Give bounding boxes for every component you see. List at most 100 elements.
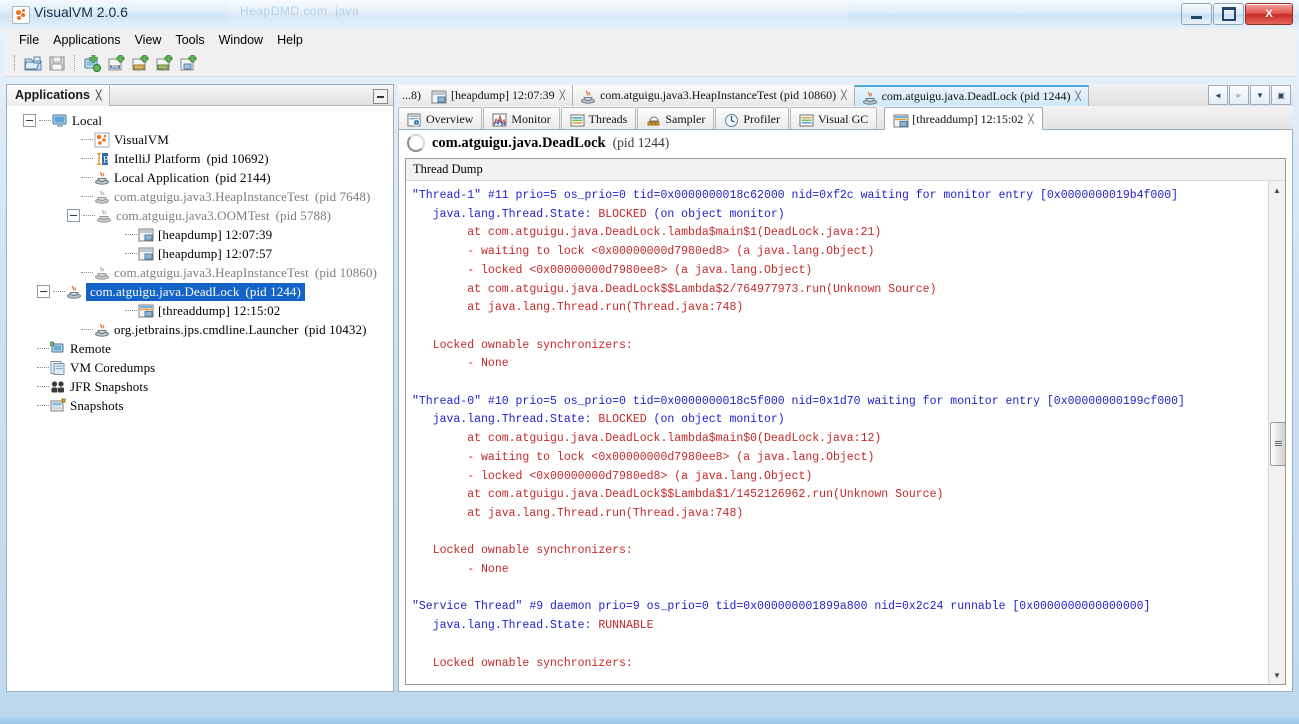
document-tab[interactable]: ...8) xyxy=(398,85,424,106)
add-host-icon[interactable] xyxy=(82,52,104,74)
tree-node[interactable]: JFR Snapshots xyxy=(7,377,393,396)
vertical-scrollbar[interactable]: ▲ ▼ xyxy=(1268,181,1285,684)
document-tab[interactable]: com.atguigu.java3.HeapInstanceTest (pid … xyxy=(573,85,855,106)
scroll-up-icon[interactable]: ▲ xyxy=(1269,182,1285,198)
maximize-button[interactable] xyxy=(1213,3,1244,25)
scroll-down-icon[interactable]: ▼ xyxy=(1269,667,1285,683)
content-title-row: com.atguigu.java.DeadLock (pid 1244) xyxy=(399,130,1292,156)
thread-dump-line: at com.atguigu.java.DeadLock.lambda$main… xyxy=(412,432,882,446)
document-tab-label: ...8) xyxy=(402,88,421,102)
tree-node-label: com.atguigu.java.DeadLock xyxy=(90,283,240,299)
menu-file[interactable]: File xyxy=(12,31,46,49)
view-tab[interactable]: Profiler xyxy=(715,107,789,130)
thread-state-line: java.lang.Thread.State: BLOCKED (on obje… xyxy=(412,411,1268,430)
view-tab-bar[interactable]: i Overview Monitor Threads Sampler Profiler Vi… xyxy=(398,106,1293,130)
thread-dump-text[interactable]: "Thread-1" #11 prio=5 os_prio=0 tid=0x00… xyxy=(406,181,1268,684)
visualgc-icon xyxy=(799,113,814,126)
view-tab[interactable]: Monitor xyxy=(483,107,560,130)
thread-dump-line: at java.lang.Thread.run(Thread.java:748) xyxy=(412,301,744,315)
menu-help[interactable]: Help xyxy=(270,31,310,49)
tree-node[interactable]: Local xyxy=(7,111,393,130)
window-title: VisualVM 2.0.6 xyxy=(34,4,128,20)
menu-applications[interactable]: Applications xyxy=(46,31,127,49)
minimize-panel-button[interactable] xyxy=(373,89,388,104)
view-tab-label: Profiler xyxy=(743,111,780,126)
close-button[interactable]: X xyxy=(1245,3,1293,25)
scrollbar-thumb[interactable] xyxy=(1270,422,1285,466)
tree-node[interactable]: Local Application (pid 2144) xyxy=(7,168,393,187)
close-icon[interactable]: ╳ xyxy=(1076,92,1081,101)
add-coredump-icon[interactable] xyxy=(130,52,152,74)
tab-prev-button[interactable]: ◄ xyxy=(1208,85,1228,105)
tree-node-selected[interactable]: com.atguigu.java.DeadLock (pid 1244) xyxy=(7,282,393,301)
document-tab-bar[interactable]: ...8) [heapdump] 12:07:39 ╳ com.atguigu.jav… xyxy=(398,84,1293,107)
tree-connector xyxy=(81,138,93,141)
tree-expander-icon[interactable] xyxy=(67,209,80,222)
page-title-pid: (pid 1244) xyxy=(612,135,670,150)
view-tab[interactable]: Sampler xyxy=(637,107,715,130)
minimize-button[interactable] xyxy=(1181,3,1212,25)
tree-node[interactable]: com.atguigu.java3.HeapInstanceTest (pid 7… xyxy=(7,187,393,206)
close-icon[interactable]: ╳ xyxy=(1028,114,1033,124)
tree-node[interactable]: [threaddump] 12:15:02 xyxy=(7,301,393,320)
thread-dump-line: at java.lang.Thread.run(Thread.java:748) xyxy=(412,506,744,520)
view-tab[interactable]: i Overview xyxy=(398,107,483,130)
applications-tab[interactable]: Applications ╳ xyxy=(7,84,111,106)
tree-node-pid: (pid 10860) xyxy=(314,264,378,280)
document-tab[interactable]: [heapdump] 12:07:39 ╳ xyxy=(424,85,574,106)
tree-node[interactable]: org.jetbrains.jps.cmdline.Launcher (pid 1… xyxy=(7,320,393,339)
menu-window[interactable]: Window xyxy=(212,31,270,49)
thread-dump-line xyxy=(412,524,1268,543)
tree-node[interactable]: com.atguigu.java3.HeapInstanceTest (pid 1… xyxy=(7,263,393,282)
close-icon[interactable]: ╳ xyxy=(560,91,565,100)
add-jmx-icon[interactable]: JMX xyxy=(106,52,128,74)
tree-node[interactable]: VM Coredumps xyxy=(7,358,393,377)
view-tab-label: [threaddump] 12:15:02 xyxy=(912,111,1024,126)
view-tab[interactable]: Visual GC xyxy=(789,107,878,130)
tree-node[interactable]: VisualVM xyxy=(7,130,393,149)
tab-maximize-button[interactable]: ▣ xyxy=(1271,85,1291,105)
document-tab[interactable]: com.atguigu.java.DeadLock (pid 1244) ╳ xyxy=(854,85,1089,106)
add-snapshot-icon[interactable] xyxy=(178,52,200,74)
tree-node[interactable]: B IntelliJ Platform (pid 10692) xyxy=(7,149,393,168)
floppy-save-icon[interactable] xyxy=(46,52,68,74)
thread-dump-line: Locked ownable synchronizers: xyxy=(412,656,633,670)
tab-list-button[interactable]: ▼ xyxy=(1250,85,1270,105)
tree-node[interactable]: [heapdump] 12:07:57 xyxy=(7,244,393,263)
thread-dump-line: - locked <0x00000000d7980ed8> (a java.la… xyxy=(412,469,813,483)
close-icon[interactable]: ╳ xyxy=(841,91,846,100)
applications-tree[interactable]: Local VisualVM B IntelliJ Platform (pid 1069… xyxy=(7,107,393,691)
thread-dump-line xyxy=(412,580,1268,599)
toolbar-grip-2 xyxy=(74,55,78,71)
tree-expander-icon[interactable] xyxy=(23,114,36,127)
java-gray-icon xyxy=(94,265,110,281)
tree-node[interactable]: Remote xyxy=(7,339,393,358)
view-tab[interactable]: Threads xyxy=(560,107,637,130)
view-tab[interactable]: [threaddump] 12:15:02 ╳ xyxy=(884,107,1043,130)
menu-tools[interactable]: Tools xyxy=(168,31,211,49)
thread-dump-line: - None xyxy=(412,563,509,577)
tree-node-label: com.atguigu.java3.HeapInstanceTest xyxy=(114,188,309,204)
tree-node[interactable]: com.atguigu.java3.OOMTest (pid 5788) xyxy=(7,206,393,225)
tree-node-label: [threaddump] 12:15:02 xyxy=(158,302,281,318)
tab-next-button[interactable]: ► xyxy=(1229,85,1249,105)
thread-state-line: java.lang.Thread.State: BLOCKED (on obje… xyxy=(412,206,1268,225)
thread-state-detail: (on object monitor) xyxy=(646,413,785,427)
close-icon[interactable]: ╳ xyxy=(96,90,101,100)
thread-state-key: java.lang.Thread.State: xyxy=(412,207,599,221)
page-title: com.atguigu.java.DeadLock xyxy=(432,134,606,151)
tree-node[interactable]: [heapdump] 12:07:39 xyxy=(7,225,393,244)
tree-expander-icon[interactable] xyxy=(37,285,50,298)
add-jfr-icon[interactable] xyxy=(154,52,176,74)
folder-open-icon[interactable] xyxy=(22,52,44,74)
menu-view[interactable]: View xyxy=(128,31,169,49)
thread-dump-label: Thread Dump xyxy=(406,159,1285,181)
thread-state-key: java.lang.Thread.State: xyxy=(412,619,599,633)
tree-node-pid: (pid 7648) xyxy=(314,188,371,204)
tree-node[interactable]: Snapshots xyxy=(7,396,393,415)
thread-header-line: "Service Thread" #9 daemon prio=9 os_pri… xyxy=(412,600,1151,614)
